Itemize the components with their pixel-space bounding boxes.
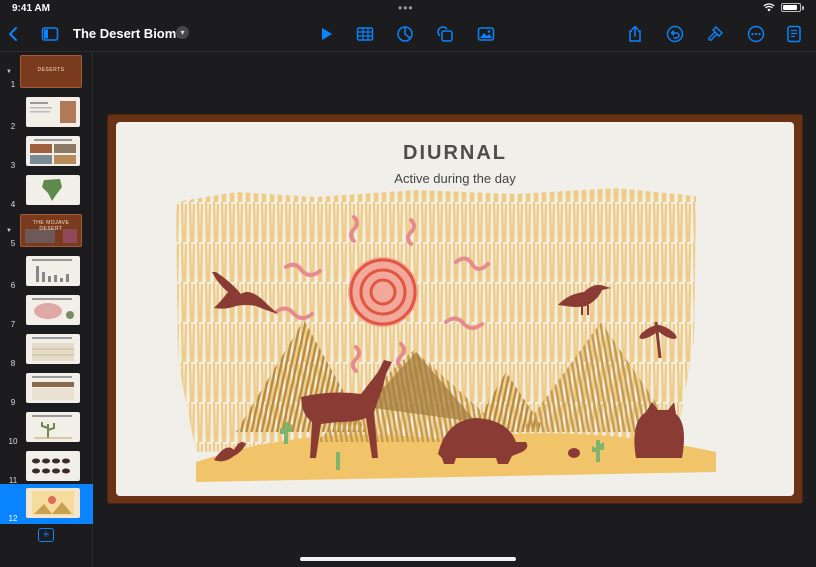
- thumb-title: THE MOJAVE DESERT: [32, 220, 70, 232]
- thumb-preview: [26, 412, 80, 442]
- shapes-icon[interactable]: [434, 23, 456, 45]
- slide-number: 1: [10, 80, 16, 89]
- slide-navigator: ▼ DESERTS 1 2 3 4 ▼ THE MOJAVE DESERT 5: [0, 52, 93, 567]
- thumb-preview: [26, 451, 80, 481]
- slide-thumbnail-2[interactable]: 2: [0, 94, 93, 132]
- more-icon[interactable]: [745, 23, 767, 45]
- thumb-preview: [26, 256, 80, 286]
- thumb-preview: [26, 175, 80, 205]
- slide-subtitle[interactable]: Active during the day: [116, 171, 794, 186]
- thumb-preview: [26, 97, 80, 127]
- battery-icon: [781, 3, 801, 12]
- back-chevron-icon[interactable]: [3, 23, 25, 45]
- slide-thumbnail-3[interactable]: 3: [0, 133, 93, 171]
- format-brush-icon[interactable]: [704, 23, 726, 45]
- status-indicators: [763, 3, 804, 12]
- undo-icon[interactable]: [664, 23, 686, 45]
- slide-thumbnail-7[interactable]: 7: [0, 292, 93, 330]
- status-bar: 9:41 AM •••: [0, 0, 816, 16]
- slide-thumbnail-6[interactable]: 6: [0, 253, 93, 291]
- slide-thumbnail-5[interactable]: ▼ THE MOJAVE DESERT 5: [0, 211, 93, 249]
- slide-thumbnail-4[interactable]: 4: [0, 172, 93, 210]
- slide-thumbnail-1[interactable]: ▼ DESERTS 1: [0, 52, 93, 90]
- document-icon[interactable]: [783, 23, 805, 45]
- status-time: 9:41 AM: [12, 3, 50, 14]
- slide-thumbnail-9[interactable]: 9: [0, 370, 93, 408]
- thumb-preview: DESERTS: [20, 55, 82, 88]
- collapse-triangle-icon[interactable]: ▼: [6, 69, 12, 75]
- slide-title[interactable]: DIURNAL: [116, 142, 794, 165]
- toolbar: The Desert Biome ▾: [0, 16, 816, 52]
- table-icon[interactable]: [354, 23, 376, 45]
- current-slide[interactable]: DIURNAL Active during the day: [116, 122, 794, 496]
- sun-drawing: [348, 257, 418, 327]
- add-slide-button[interactable]: +: [38, 528, 54, 542]
- slide-number: 6: [10, 281, 16, 290]
- slide-number: 12: [8, 514, 18, 523]
- play-icon[interactable]: [315, 23, 337, 45]
- slide-thumbnail-12[interactable]: 12: [0, 484, 93, 524]
- thumb-preview: [26, 136, 80, 166]
- slide-number: 9: [10, 398, 16, 407]
- thumb-preview: [26, 334, 80, 364]
- share-icon[interactable]: [624, 23, 646, 45]
- collapse-triangle-icon[interactable]: ▼: [6, 228, 12, 234]
- slide-thumbnail-11[interactable]: 11: [0, 448, 93, 486]
- thumb-title: DESERTS: [37, 67, 65, 73]
- slide-number: 10: [8, 437, 18, 446]
- title-menu-chevron-icon[interactable]: ▾: [176, 26, 189, 39]
- slide-frame: DIURNAL Active during the day: [108, 115, 802, 503]
- slide-number: 5: [10, 239, 16, 248]
- chart-icon[interactable]: [394, 23, 416, 45]
- slide-thumbnail-8[interactable]: 8: [0, 331, 93, 369]
- media-icon[interactable]: [475, 23, 497, 45]
- home-indicator[interactable]: [300, 557, 516, 561]
- slide-number: 4: [10, 200, 16, 209]
- slide-number: 3: [10, 161, 16, 170]
- slide-number: 8: [10, 359, 16, 368]
- thumb-preview: [26, 295, 80, 325]
- slide-thumbnail-10[interactable]: 10: [0, 409, 93, 447]
- document-title[interactable]: The Desert Biome: [73, 26, 184, 41]
- thumb-preview: [26, 488, 80, 518]
- thumb-preview: [26, 373, 80, 403]
- multitasking-dots[interactable]: •••: [398, 1, 414, 15]
- sidebar-icon[interactable]: [39, 23, 61, 45]
- thumb-preview: THE MOJAVE DESERT: [20, 214, 82, 247]
- battery-tip: [802, 5, 804, 10]
- slide-number: 7: [10, 320, 16, 329]
- slide-canvas: DIURNAL Active during the day: [94, 52, 816, 567]
- slide-number: 2: [10, 122, 16, 131]
- wifi-icon: [763, 3, 775, 12]
